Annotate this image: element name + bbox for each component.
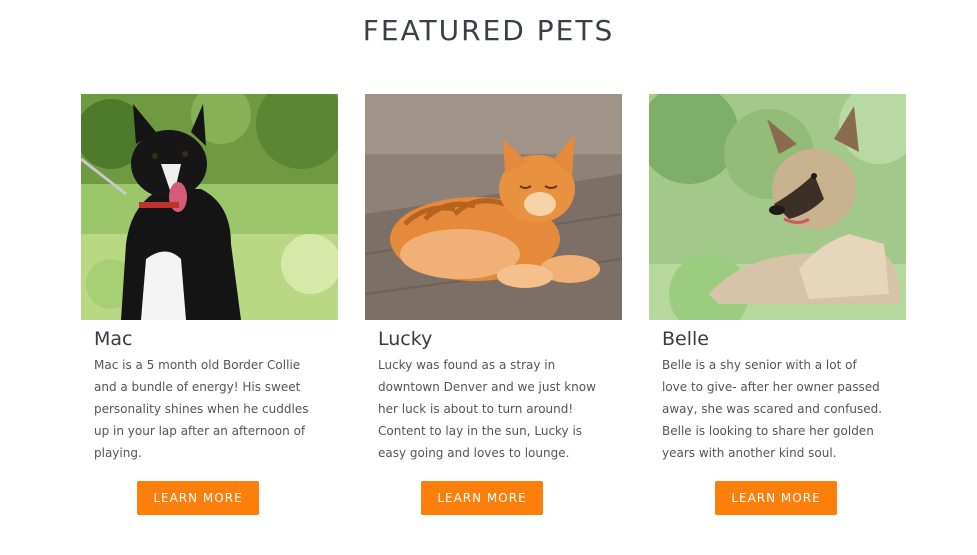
pet-photo-mac[interactable] <box>81 94 338 320</box>
pet-description: Belle is a shy senior with a lot of love… <box>662 358 883 460</box>
pet-name: Lucky <box>378 328 433 350</box>
pet-card-lucky: Lucky Lucky was found as a stray in down… <box>365 94 622 534</box>
pet-photo-lucky[interactable] <box>365 94 622 320</box>
pet-card-mac: Mac Mac is a 5 month old Border Collie a… <box>81 94 338 534</box>
dog-photo <box>81 94 338 320</box>
pet-name: Mac <box>94 328 133 350</box>
section-title: FEATURED PETS <box>362 14 615 47</box>
dog-photo <box>649 94 906 320</box>
learn-more-button[interactable]: LEARN MORE <box>715 481 837 515</box>
featured-pets-section: FEATURED PETS Mac Mac is a 5 month old B… <box>0 0 977 555</box>
learn-more-button[interactable]: LEARN MORE <box>421 481 543 515</box>
pet-description: Mac is a 5 month old Border Collie and a… <box>94 358 309 460</box>
pet-card-belle: Belle Belle is a shy senior with a lot o… <box>649 94 906 534</box>
learn-more-button[interactable]: LEARN MORE <box>137 481 259 515</box>
cat-photo <box>365 94 622 320</box>
pet-name: Belle <box>662 328 709 350</box>
pet-description: Lucky was found as a stray in downtown D… <box>378 358 596 460</box>
pet-photo-belle[interactable] <box>649 94 906 320</box>
